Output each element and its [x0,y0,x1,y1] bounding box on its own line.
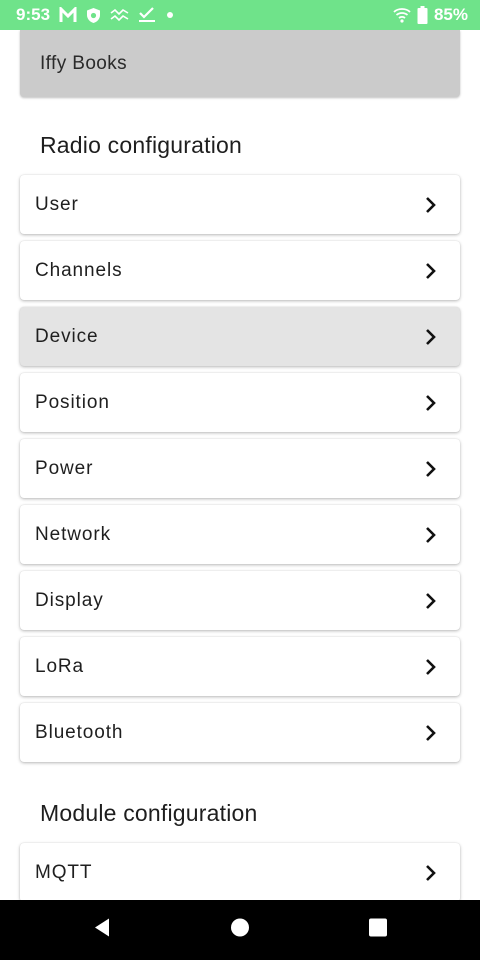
wave-icon [110,9,129,21]
menu-item-bluetooth[interactable]: Bluetooth [20,703,460,762]
gmail-icon [59,7,77,23]
node-selector[interactable]: Iffy Books [20,30,460,97]
settings-content[interactable]: Iffy Books Radio configuration User Chan… [0,30,480,900]
battery-icon [417,6,428,24]
menu-item-label: Display [35,589,104,611]
menu-item-network[interactable]: Network [20,505,460,564]
menu-item-lora[interactable]: LoRa [20,637,460,696]
menu-item-device[interactable]: Device [20,307,460,366]
menu-item-label: User [35,193,79,215]
menu-item-label: Position [35,391,110,413]
home-icon[interactable] [230,918,250,943]
menu-item-label: Device [35,325,99,347]
menu-item-display[interactable]: Display [20,571,460,630]
dot-icon [165,10,175,20]
status-time: 9:53 [16,5,51,24]
menu-item-label: Channels [35,259,123,281]
chevron-right-icon [426,864,436,881]
menu-item-position[interactable]: Position [20,373,460,432]
wifi-icon [393,6,411,24]
menu-item-power[interactable]: Power [20,439,460,498]
radio-config-title: Radio configuration [40,132,242,158]
chevron-right-icon [426,724,436,741]
chevron-right-icon [426,526,436,543]
recents-icon[interactable] [369,918,387,942]
menu-item-label: MQTT [35,861,93,883]
chevron-right-icon [426,262,436,279]
menu-item-channels[interactable]: Channels [20,241,460,300]
menu-item-label: Power [35,457,94,479]
checkmark-icon [138,7,156,23]
chevron-right-icon [426,592,436,609]
back-icon[interactable] [92,918,112,943]
chevron-right-icon [426,658,436,675]
chevron-right-icon [426,460,436,477]
shield-icon [86,7,101,24]
menu-item-mqtt[interactable]: MQTT [20,843,460,900]
status-bar: 9:53 85% [0,0,480,30]
module-config-title: Module configuration [40,800,258,826]
node-name: Iffy Books [40,52,128,74]
menu-item-label: Network [35,523,111,545]
chevron-right-icon [426,196,436,213]
chevron-right-icon [426,394,436,411]
navigation-bar [0,900,480,960]
battery-percent: 85% [433,5,468,24]
menu-item-user[interactable]: User [20,175,460,234]
menu-item-label: Bluetooth [35,721,124,743]
menu-item-label: LoRa [35,655,85,677]
chevron-right-icon [426,328,436,345]
